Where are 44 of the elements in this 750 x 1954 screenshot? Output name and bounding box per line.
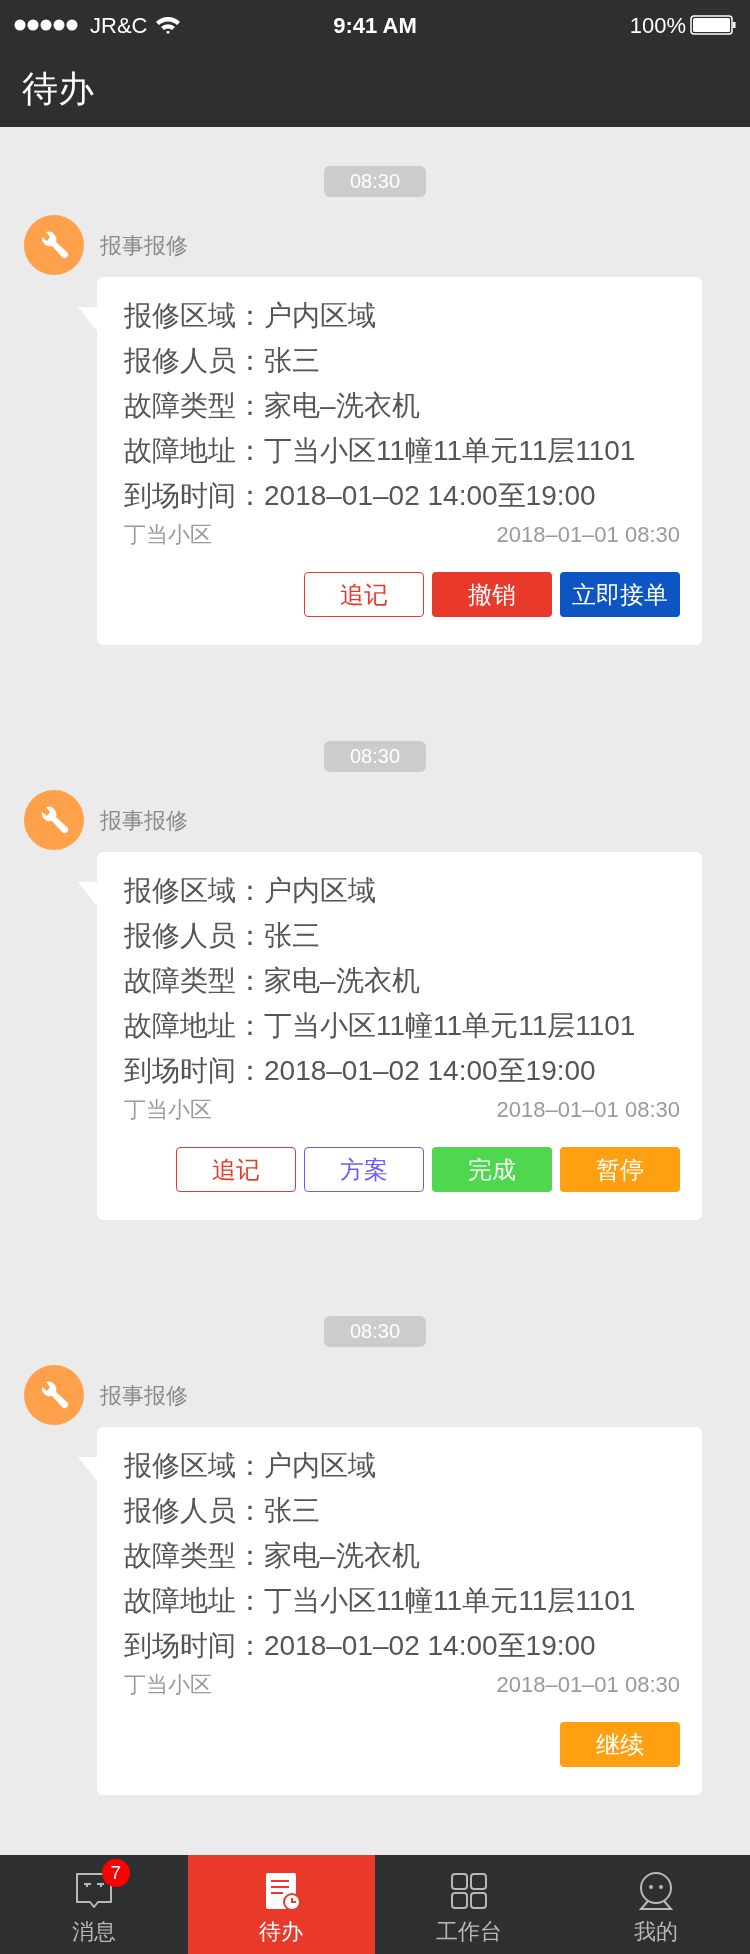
wrench-icon [24, 1365, 84, 1425]
task-field: 到场时间：2018–01–02 14:00至19:00 [124, 1048, 680, 1093]
action-button[interactable]: 撤销 [432, 572, 552, 617]
page-title: 待办 [22, 66, 94, 111]
task-field: 故障地址：丁当小区11幢11单元11层1101 [124, 1578, 680, 1623]
task-field: 报修区域：户内区域 [124, 1443, 680, 1488]
task-field: 故障地址：丁当小区11幢11单元11层1101 [124, 428, 680, 473]
task-field: 故障类型：家电–洗衣机 [124, 1533, 680, 1578]
action-button[interactable]: 追记 [304, 572, 424, 617]
action-button[interactable]: 立即接单 [560, 572, 680, 617]
battery-percent: 100% [629, 11, 686, 40]
category-label: 报事报修 [100, 806, 188, 835]
task-field: 报修区域：户内区域 [124, 293, 680, 338]
task-field: 报修人员：张三 [124, 913, 680, 958]
created-time: 2018–01–01 08:30 [496, 1096, 680, 1124]
status-time: 9:41 AM [333, 11, 417, 40]
community-name: 丁当小区 [124, 521, 212, 549]
battery-icon [690, 15, 736, 35]
carrier-name: JR&C [90, 11, 148, 40]
wifi-icon [155, 15, 182, 35]
task-field: 报修人员：张三 [124, 1488, 680, 1533]
task-field: 报修区域：户内区域 [124, 868, 680, 913]
task-field: 到场时间：2018–01–02 14:00至19:00 [124, 1623, 680, 1668]
wrench-icon [24, 215, 84, 275]
created-time: 2018–01–01 08:30 [496, 1671, 680, 1699]
category-label: 报事报修 [100, 231, 188, 260]
community-name: 丁当小区 [124, 1671, 212, 1699]
action-button[interactable]: 追记 [176, 1147, 296, 1192]
task-field: 报修人员：张三 [124, 338, 680, 383]
grid-icon [448, 1870, 489, 1911]
created-time: 2018–01–01 08:30 [496, 521, 680, 549]
wrench-icon [24, 790, 84, 850]
task-field: 故障类型：家电–洗衣机 [124, 383, 680, 428]
tab-item[interactable]: 工作台 [375, 1855, 563, 1954]
action-button[interactable]: 方案 [304, 1147, 424, 1192]
tab-item[interactable]: 7 消息 [0, 1855, 188, 1954]
task-field: 故障类型：家电–洗衣机 [124, 958, 680, 1003]
tab-item[interactable]: 待办 [187, 1855, 375, 1954]
task-field: 到场时间：2018–01–02 14:00至19:00 [124, 473, 680, 518]
category-label: 报事报修 [100, 1381, 188, 1410]
task-field: 故障地址：丁当小区11幢11单元11层1101 [124, 1003, 680, 1048]
community-name: 丁当小区 [124, 1096, 212, 1124]
badge-count: 7 [101, 1858, 130, 1887]
tab-item[interactable]: 我的 [562, 1855, 750, 1954]
